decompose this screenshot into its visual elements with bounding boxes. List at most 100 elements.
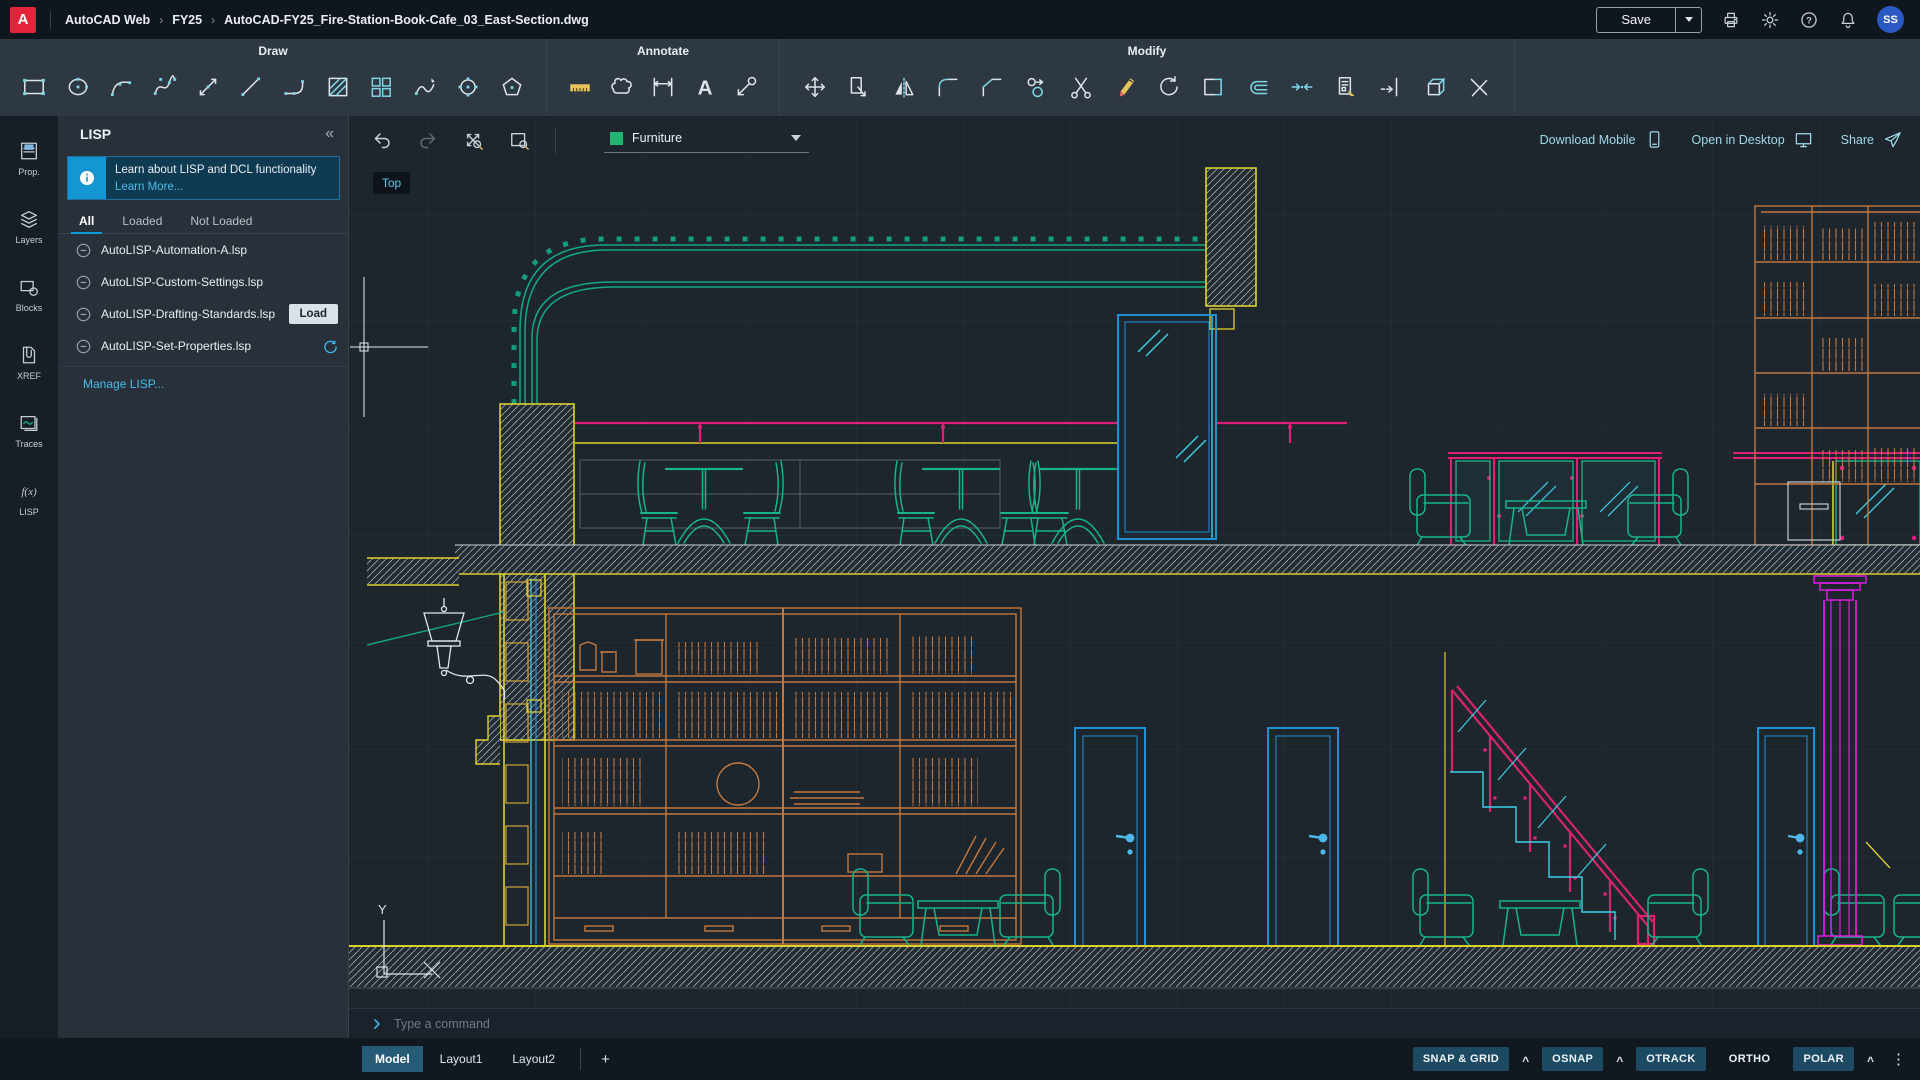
- circle-tool-icon[interactable]: [63, 72, 93, 102]
- tab-all[interactable]: All: [65, 208, 108, 233]
- sidebar-item-layers[interactable]: Layers: [0, 208, 58, 245]
- ribbon: Draw Annotate A Modify: [0, 39, 1920, 116]
- autocad-logo-icon[interactable]: A: [10, 7, 36, 33]
- revision-cloud-tool-icon[interactable]: [606, 72, 636, 102]
- rectangle-tool-icon[interactable]: [19, 72, 49, 102]
- load-button[interactable]: Load: [289, 304, 338, 324]
- manage-lisp-link[interactable]: Manage LISP...: [83, 377, 164, 391]
- sketch-tool-icon[interactable]: [410, 72, 440, 102]
- erase-tool-icon[interactable]: [1110, 72, 1140, 102]
- move-tool-icon[interactable]: [800, 72, 830, 102]
- layer-color-swatch: [610, 132, 623, 145]
- print-icon[interactable]: [1721, 10, 1741, 30]
- sidebar-item-xref[interactable]: XREF: [0, 344, 58, 381]
- drawing-canvas[interactable]: Y Furniture Download Mobile Open in Desk…: [349, 116, 1920, 1008]
- break-tool-icon[interactable]: [1287, 72, 1317, 102]
- collapsed-minus-icon[interactable]: [76, 243, 91, 258]
- collapsed-minus-icon[interactable]: [76, 275, 91, 290]
- notifications-icon[interactable]: [1838, 10, 1858, 30]
- dimension-tool-icon[interactable]: [648, 72, 678, 102]
- chevron-up-icon[interactable]: ^: [1522, 1054, 1529, 1068]
- avatar[interactable]: SS: [1877, 6, 1904, 33]
- mirror-tool-icon[interactable]: [889, 72, 919, 102]
- zoom-window-icon[interactable]: [509, 130, 531, 152]
- snap-grid-toggle[interactable]: SNAP & GRID: [1413, 1047, 1509, 1071]
- learn-more-link[interactable]: Learn More...: [115, 181, 183, 193]
- breadcrumb-folder[interactable]: FY25: [172, 13, 202, 27]
- traces-icon: [18, 412, 40, 434]
- chamfer-tool-icon[interactable]: [977, 72, 1007, 102]
- line-tool-icon[interactable]: [236, 72, 266, 102]
- ortho-toggle[interactable]: ORTHO: [1719, 1047, 1781, 1071]
- arc-tool-icon[interactable]: [106, 72, 136, 102]
- leader-tool-icon[interactable]: [731, 72, 761, 102]
- layer-dropdown[interactable]: Furniture: [604, 129, 809, 153]
- zoom-extents-icon[interactable]: [463, 130, 485, 152]
- chevron-up-icon[interactable]: ^: [1867, 1054, 1874, 1068]
- add-layout-button[interactable]: +: [593, 1051, 618, 1068]
- sidebar-item-blocks[interactable]: Blocks: [0, 276, 58, 313]
- undo-icon[interactable]: [371, 130, 393, 152]
- otrack-toggle[interactable]: OTRACK: [1636, 1047, 1705, 1071]
- lisp-file-name: AutoLISP-Custom-Settings.lsp: [101, 275, 263, 289]
- measure-tool-icon[interactable]: [565, 72, 595, 102]
- collapse-panel-icon[interactable]: «: [325, 125, 334, 143]
- section-label: Modify: [780, 39, 1514, 58]
- lisp-file-row[interactable]: AutoLISP-Automation-A.lsp: [59, 234, 348, 266]
- polar-toggle[interactable]: POLAR: [1793, 1047, 1854, 1071]
- tab-not-loaded[interactable]: Not Loaded: [176, 208, 266, 233]
- tab-model[interactable]: Model: [362, 1046, 423, 1072]
- command-bar[interactable]: Type a command: [349, 1008, 1920, 1038]
- redo-icon[interactable]: [417, 130, 439, 152]
- fillet-tool-icon[interactable]: [933, 72, 963, 102]
- scale-tool-icon[interactable]: [844, 72, 874, 102]
- explode-tool-icon[interactable]: [1420, 72, 1450, 102]
- point-tool-icon[interactable]: [453, 72, 483, 102]
- match-properties-tool-icon[interactable]: [1331, 72, 1361, 102]
- trim-tool-icon[interactable]: [1066, 72, 1096, 102]
- spline-tool-icon[interactable]: [150, 72, 180, 102]
- text-tool-icon[interactable]: A: [690, 72, 720, 102]
- refresh-icon[interactable]: [323, 339, 338, 354]
- open-in-desktop-link[interactable]: Open in Desktop: [1692, 130, 1813, 149]
- overflow-menu-icon[interactable]: ⋮: [1887, 1050, 1910, 1068]
- polyline-tool-icon[interactable]: [280, 72, 310, 102]
- rotate-tool-icon[interactable]: [1154, 72, 1184, 102]
- stretch-tool-icon[interactable]: [1198, 72, 1228, 102]
- collapsed-minus-icon[interactable]: [76, 307, 91, 322]
- sidebar-item-properties[interactable]: Prop.: [0, 140, 58, 177]
- sidebar-item-traces[interactable]: Traces: [0, 412, 58, 449]
- tab-layout2[interactable]: Layout2: [499, 1046, 568, 1072]
- breadcrumb-chevron-icon: ›: [159, 13, 163, 27]
- save-dropdown-button[interactable]: [1675, 8, 1701, 32]
- lisp-info-banner[interactable]: Learn about LISP and DCL functionality L…: [67, 156, 340, 200]
- xref-icon: [18, 344, 40, 366]
- download-mobile-link[interactable]: Download Mobile: [1540, 130, 1664, 149]
- copy-tool-icon[interactable]: [1021, 72, 1051, 102]
- share-link[interactable]: Share: [1841, 130, 1902, 149]
- offset-tool-icon[interactable]: [1243, 72, 1273, 102]
- lisp-file-row[interactable]: AutoLISP-Drafting-Standards.lsp Load: [59, 298, 348, 330]
- polygon-tool-icon[interactable]: [497, 72, 527, 102]
- sidebar-item-lisp[interactable]: f(x) LISP: [0, 480, 58, 517]
- tab-loaded[interactable]: Loaded: [108, 208, 176, 233]
- insert-block-tool-icon[interactable]: [366, 72, 396, 102]
- lisp-file-row[interactable]: AutoLISP-Set-Properties.lsp: [59, 330, 348, 362]
- extend-tool-icon[interactable]: [1375, 72, 1405, 102]
- help-icon[interactable]: ?: [1799, 10, 1819, 30]
- command-input-placeholder[interactable]: Type a command: [394, 1017, 490, 1031]
- viewport-label[interactable]: Top: [373, 172, 410, 194]
- chevron-up-icon[interactable]: ^: [1616, 1054, 1623, 1068]
- tab-layout1[interactable]: Layout1: [427, 1046, 496, 1072]
- breadcrumb-app[interactable]: AutoCAD Web: [65, 13, 150, 27]
- collapsed-minus-icon[interactable]: [76, 339, 91, 354]
- settings-icon[interactable]: [1760, 10, 1780, 30]
- hatch-tool-icon[interactable]: [323, 72, 353, 102]
- banner-text: Learn about LISP and DCL functionality: [115, 164, 316, 176]
- lisp-file-row[interactable]: AutoLISP-Custom-Settings.lsp: [59, 266, 348, 298]
- construction-line-tool-icon[interactable]: [193, 72, 223, 102]
- delete-tool-icon[interactable]: [1464, 72, 1494, 102]
- osnap-toggle[interactable]: OSNAP: [1542, 1047, 1603, 1071]
- save-button[interactable]: Save: [1597, 8, 1675, 32]
- ribbon-section-draw: Draw: [0, 39, 547, 116]
